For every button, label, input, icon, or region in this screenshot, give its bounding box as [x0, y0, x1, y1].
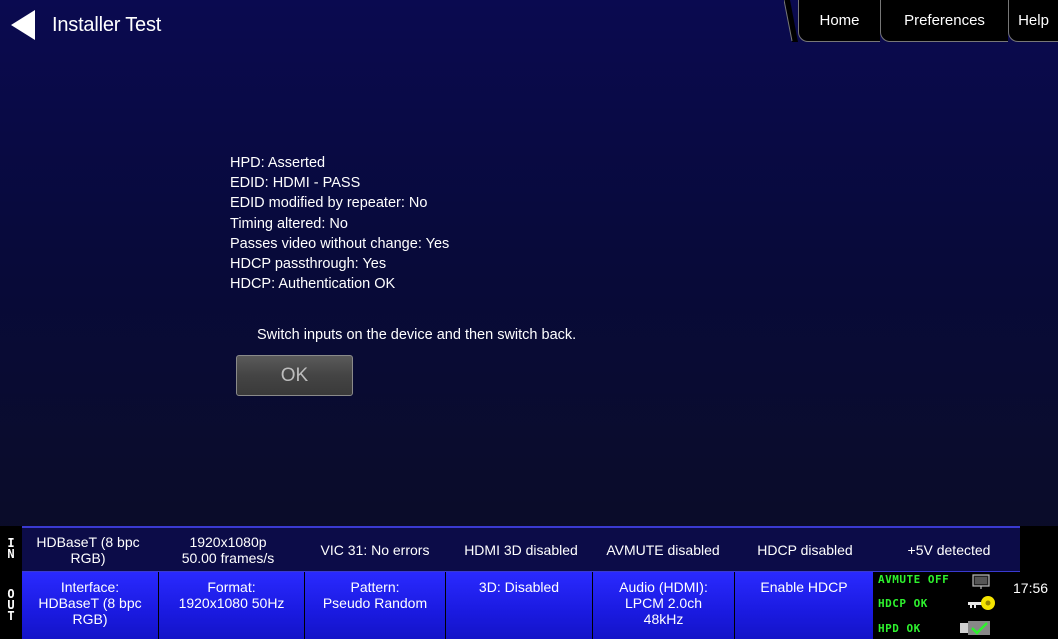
monitor-icon: [972, 574, 990, 589]
in-3d: HDMI 3D disabled: [464, 541, 578, 558]
out-interface-line3: RGB): [72, 611, 108, 627]
right-strip: [1020, 526, 1058, 572]
in-avmute: AVMUTE disabled: [606, 541, 720, 558]
top-bar: Installer Test Home Preferences Help: [0, 0, 1058, 48]
screen: Installer Test Home Preferences Help HPD…: [0, 0, 1058, 639]
out-pattern-line1: Pattern:: [350, 579, 400, 595]
avmute-indicator: AVMUTE OFF: [878, 573, 950, 586]
in-interface: HDBaseT (8 bpc RGB): [22, 528, 154, 571]
in-format-line2: 50.00 frames/s: [181, 549, 275, 566]
out-label: O U T: [0, 572, 22, 639]
status-edid: EDID: HDMI - PASS: [230, 175, 361, 192]
in-letter: N: [7, 547, 15, 561]
out-format-button[interactable]: Format: 1920x1080 50Hz: [159, 572, 305, 639]
hpd-indicator: HPD OK: [878, 622, 921, 635]
key-icon: [968, 596, 995, 610]
enable-hdcp-button[interactable]: Enable HDCP: [735, 572, 874, 639]
status-edid-modified: EDID modified by repeater: No: [230, 195, 428, 212]
input-status-row: HDBaseT (8 bpc RGB) 1920x1080p 50.00 frame…: [22, 526, 1020, 572]
out-3d-line1: 3D: Disabled: [478, 579, 560, 595]
top-tabs: Home Preferences Help: [784, 0, 1058, 42]
in-format-line1: 1920x1080p: [189, 533, 267, 550]
out-audio-button[interactable]: Audio (HDMI): LPCM 2.0ch 48kHz: [593, 572, 735, 639]
status-hdcp-auth: HDCP: Authentication OK: [230, 276, 396, 293]
tab-help[interactable]: Help: [1008, 0, 1058, 42]
back-arrow-icon: [11, 10, 35, 40]
out-letter: T: [7, 609, 15, 623]
out-interface-line2: HDBaseT (8 bpc: [38, 595, 142, 611]
status-indicators: AVMUTE OFF HDCP OK HPD OK: [874, 572, 1004, 639]
out-interface-button[interactable]: Interface: HDBaseT (8 bpc RGB): [22, 572, 159, 639]
out-interface-line1: Interface:: [60, 579, 120, 595]
out-pattern-line2: Pseudo Random: [322, 595, 428, 611]
status-hdcp-passthrough: HDCP passthrough: Yes: [230, 256, 387, 273]
status-timing-altered: Timing altered: No: [230, 215, 348, 232]
output-controls-row: Interface: HDBaseT (8 bpc RGB) Format: 1…: [22, 572, 874, 639]
status-hpd: HPD: Asserted: [230, 155, 326, 171]
tab-home[interactable]: Home: [798, 0, 880, 42]
in-label: I N: [0, 526, 22, 572]
out-pattern-button[interactable]: Pattern: Pseudo Random: [305, 572, 446, 639]
out-3d-button[interactable]: 3D: Disabled: [446, 572, 593, 639]
in-format: 1920x1080p 50.00 frames/s: [154, 528, 302, 571]
out-audio-line1: Audio (HDMI):: [619, 579, 708, 595]
tab-preferences[interactable]: Preferences: [880, 0, 1008, 42]
tab-divider: [784, 0, 798, 42]
out-format-line1: Format:: [207, 579, 256, 595]
test-results: HPD: Asserted EDID: HDMI - PASS EDID mod…: [230, 153, 449, 294]
in-hdcp: HDCP disabled: [757, 541, 853, 558]
instruction-text: Switch inputs on the device and then swi…: [257, 327, 577, 343]
clock: 17:56: [1004, 572, 1058, 639]
in-vic: VIC 31: No errors: [320, 541, 430, 558]
out-audio-line3: 48kHz: [643, 611, 684, 627]
status-passes-video: Passes video without change: Yes: [230, 235, 450, 252]
out-audio-line2: LPCM 2.0ch: [624, 595, 703, 611]
in-interface-line1: HDBaseT (8 bpc: [36, 533, 140, 550]
out-format-line2: 1920x1080 50Hz: [178, 595, 285, 611]
in-interface-line2: RGB): [70, 549, 106, 566]
back-button[interactable]: [8, 10, 40, 40]
enable-hdcp-label: Enable HDCP: [760, 579, 848, 595]
hpd-connector-icon: [960, 621, 990, 635]
page-title: Installer Test: [52, 14, 162, 36]
ok-button[interactable]: OK: [236, 355, 353, 396]
hdcp-indicator: HDCP OK: [878, 597, 928, 610]
in-5v: +5V detected: [907, 541, 991, 558]
